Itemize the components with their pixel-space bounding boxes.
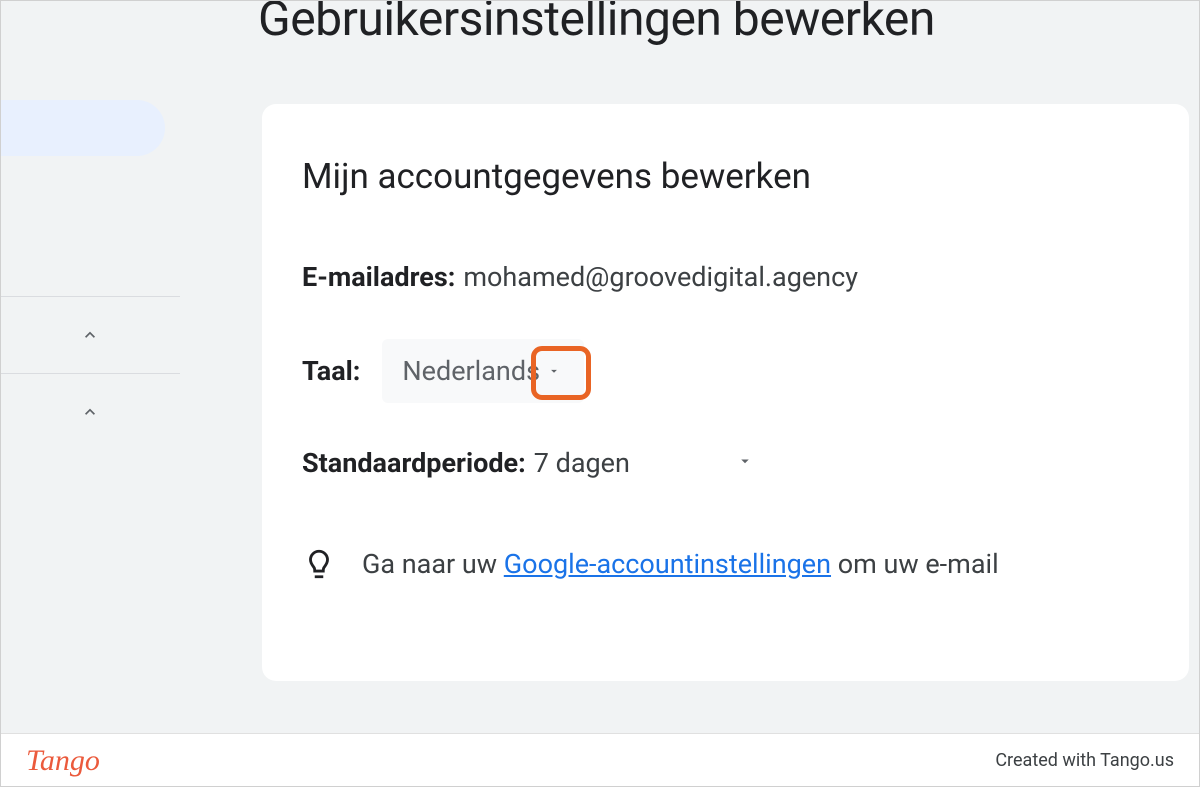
language-value: Nederlands <box>402 355 540 387</box>
language-label: Taal: <box>302 355 360 387</box>
dropdown-arrow-icon <box>544 361 564 381</box>
language-field-row: Taal: Nederlands <box>302 339 1149 403</box>
footer-credit: Created with Tango.us <box>995 750 1174 771</box>
language-dropdown[interactable]: Nederlands <box>382 339 584 403</box>
hint-row: Ga naar uw Google-accountinstellingen om… <box>302 547 1149 581</box>
period-field-row: Standaardperiode: 7 dagen <box>302 447 1149 479</box>
hint-suffix: om uw e-mail <box>831 548 999 580</box>
sidebar-expand-section-1[interactable] <box>0 297 180 373</box>
period-value: 7 dagen <box>534 447 630 479</box>
sidebar-expand-section-2[interactable] <box>0 374 180 450</box>
card-content: Mijn accountgegevens bewerken E-mailadre… <box>262 104 1189 621</box>
lightbulb-icon <box>302 547 336 581</box>
period-label: Standaardperiode: <box>302 447 526 479</box>
tango-logo[interactable]: Tango <box>26 744 100 778</box>
chevron-up-icon <box>78 323 102 347</box>
main-card: Mijn accountgegevens bewerken E-mailadre… <box>262 104 1189 681</box>
hint-prefix: Ga naar uw <box>362 548 504 580</box>
sidebar-item-selected[interactable] <box>0 100 165 156</box>
page-title: Gebruikersinstellingen bewerken <box>258 0 935 47</box>
card-title: Mijn accountgegevens bewerken <box>302 156 1149 197</box>
hint-text: Ga naar uw Google-accountinstellingen om… <box>362 548 999 580</box>
chevron-up-icon <box>78 400 102 424</box>
sidebar <box>0 100 180 450</box>
period-dropdown[interactable] <box>736 452 754 474</box>
footer: Tango Created with Tango.us <box>0 733 1200 787</box>
email-value: mohamed@groovedigital.agency <box>463 261 858 293</box>
email-field-row: E-mailadres: mohamed@groovedigital.agenc… <box>302 261 1149 293</box>
email-label: E-mailadres: <box>302 261 455 293</box>
google-account-settings-link[interactable]: Google-accountinstellingen <box>504 548 831 580</box>
